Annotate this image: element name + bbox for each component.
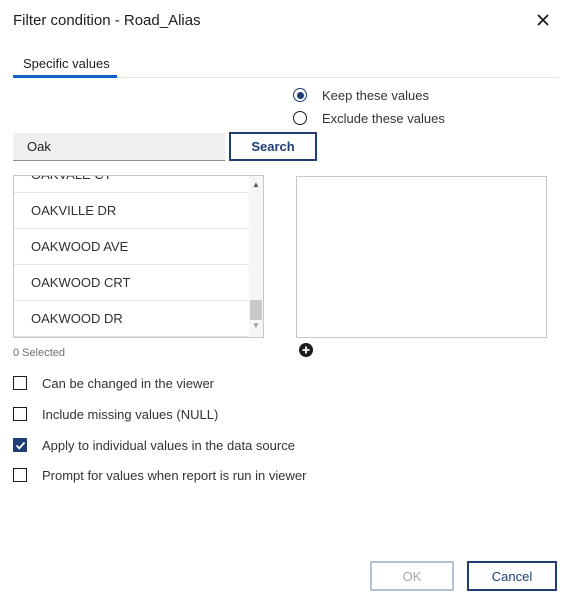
checkbox-checked[interactable] [13, 438, 27, 452]
radio-button[interactable] [293, 111, 307, 125]
checkbox[interactable] [13, 376, 27, 390]
values-list[interactable]: OAKVALE CT OAKVILLE DR OAKWOOD AVE OAKWO… [13, 175, 264, 338]
selected-values-list[interactable] [296, 176, 547, 338]
option-include-missing-values[interactable]: Include missing values (NULL) [13, 406, 218, 422]
list-item[interactable]: OAKWOOD AVE [14, 229, 249, 265]
radio-button-checked[interactable] [293, 88, 307, 102]
list-item[interactable]: OAKVILLE DR [14, 193, 249, 229]
radio-label: Keep these values [322, 87, 429, 103]
radio-label: Exclude these values [322, 110, 445, 126]
scrollbar-thumb[interactable] [250, 300, 262, 320]
option-changeable-in-viewer[interactable]: Can be changed in the viewer [13, 375, 214, 391]
radio-keep-values[interactable]: Keep these values [293, 86, 429, 104]
checkbox-label: Can be changed in the viewer [42, 375, 215, 391]
tab-specific-values[interactable]: Specific values [13, 52, 117, 78]
tab-label: Specific values [23, 56, 110, 71]
list-item[interactable]: OAKVALE CT [14, 176, 249, 193]
checkbox-label: Include missing values (NULL) [42, 406, 219, 422]
scroll-down-arrow-icon[interactable]: ▼ [249, 321, 263, 333]
option-apply-individual-values[interactable]: Apply to individual values in the data s… [13, 437, 295, 453]
cancel-button[interactable]: Cancel [467, 561, 557, 591]
ok-button[interactable]: OK [370, 561, 454, 591]
checkbox-label: Prompt for values when report is run in … [42, 467, 307, 483]
scroll-up-arrow-icon[interactable]: ▲ [249, 180, 263, 192]
radio-exclude-values[interactable]: Exclude these values [293, 109, 445, 127]
checkbox[interactable] [13, 407, 27, 421]
list-item[interactable]: OAKWOOD CRT [14, 265, 249, 301]
checkbox[interactable] [13, 468, 27, 482]
add-circle-icon[interactable] [298, 342, 314, 358]
checkmark-icon [15, 441, 25, 450]
list-item[interactable]: OAKWOOD DR [14, 301, 249, 337]
checkbox-label: Apply to individual values in the data s… [42, 437, 295, 453]
search-input[interactable] [13, 133, 225, 161]
search-button[interactable]: Search [229, 132, 317, 161]
values-list-items: OAKVALE CT OAKVILLE DR OAKWOOD AVE OAKWO… [14, 176, 249, 337]
dialog-title: Filter condition - Road_Alias [13, 12, 201, 29]
option-prompt-for-values[interactable]: Prompt for values when report is run in … [13, 467, 306, 483]
close-icon[interactable] [533, 10, 553, 30]
list-scrollbar[interactable]: ▲ ▼ [249, 176, 263, 337]
selected-count: 0 Selected [13, 347, 65, 359]
